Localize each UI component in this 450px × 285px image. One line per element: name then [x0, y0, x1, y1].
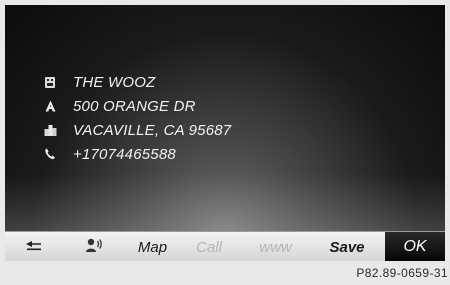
voice-tag-icon — [85, 237, 103, 257]
city-state-zip: VACAVILLE, CA 95687 — [73, 121, 232, 139]
voice-tag-button[interactable] — [63, 232, 125, 261]
function-menu-bar: Map Call www Save OK — [5, 231, 445, 261]
back-button[interactable] — [5, 232, 63, 261]
contact-name: THE WOOZ — [73, 73, 156, 91]
phone-number: +17074465588 — [73, 145, 176, 163]
www-button[interactable]: www — [238, 232, 313, 261]
street-address: 500 ORANGE DR — [73, 97, 196, 115]
phone-icon — [43, 147, 57, 161]
figure-code: P82.89-0659-31 — [356, 266, 448, 280]
map-button[interactable]: Map — [125, 232, 180, 261]
navigation-display: THE WOOZ 500 ORANGE DR VACAVILLE, CA 956… — [5, 5, 445, 261]
building-icon — [43, 75, 57, 89]
ok-button[interactable]: OK — [385, 232, 445, 261]
city-icon — [43, 123, 57, 137]
back-arrow-icon — [25, 239, 43, 256]
address-icon — [43, 99, 57, 113]
save-button[interactable]: Save — [313, 232, 381, 261]
call-button[interactable]: Call — [180, 232, 238, 261]
